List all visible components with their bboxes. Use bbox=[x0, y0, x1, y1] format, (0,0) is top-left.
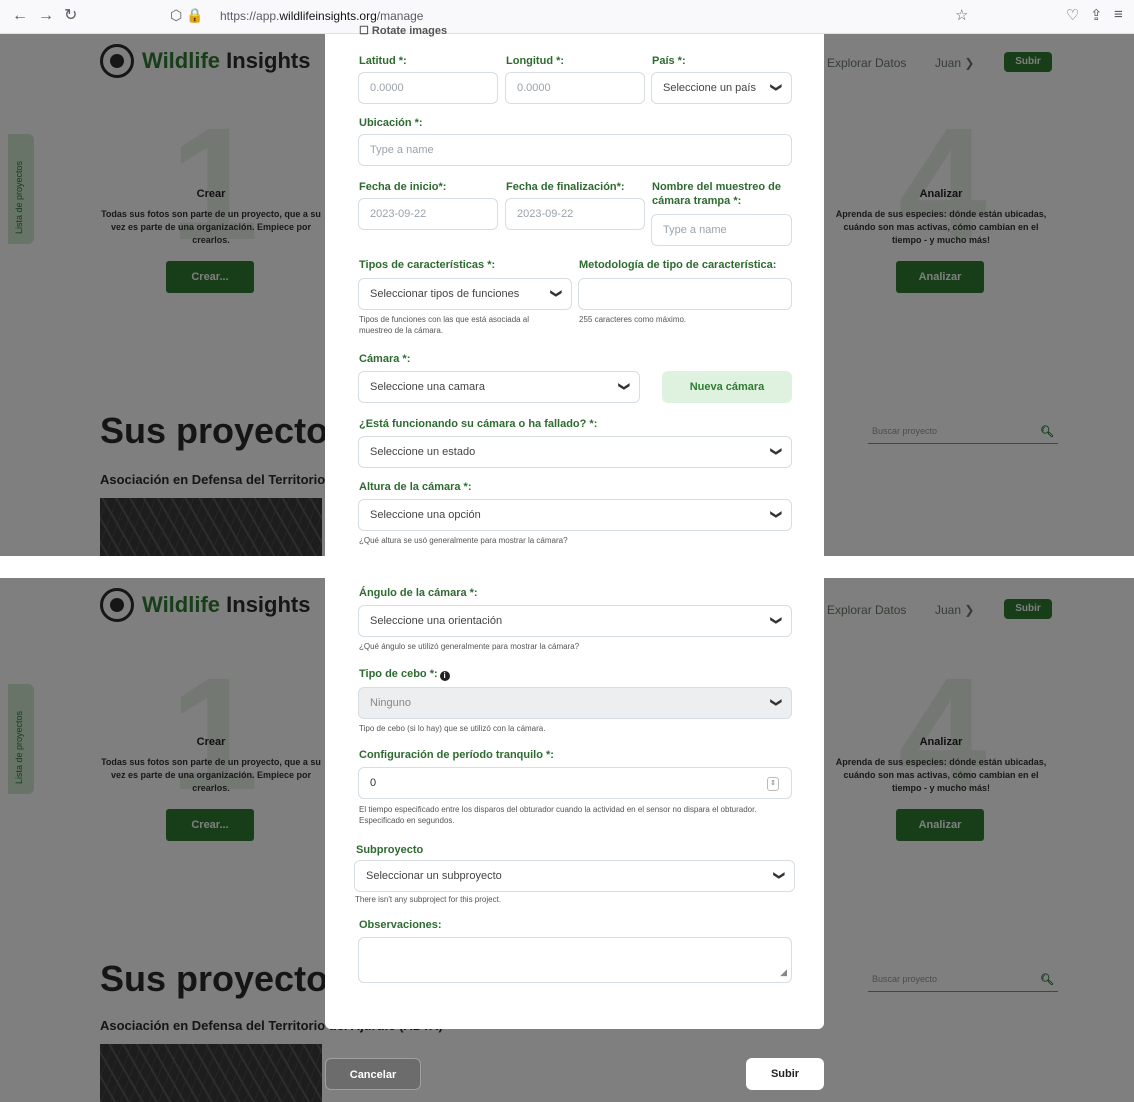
url-bar[interactable]: ⬡ 🔒 https://app.wildlifeinsights.org/man… bbox=[170, 5, 1010, 29]
reload-icon[interactable]: ↻ bbox=[64, 6, 77, 26]
quiet-period-hint: El tiempo especificado entre los disparo… bbox=[359, 805, 757, 825]
camera-status-select[interactable]: Seleccione un estado ❯ bbox=[358, 436, 792, 468]
rotate-images-checkbox[interactable]: ☐ Rotate images bbox=[359, 24, 447, 38]
chevron-down-icon: ❯ bbox=[769, 697, 782, 708]
methodology-label: Metodología de tipo de característica: bbox=[579, 259, 777, 271]
observations-label: Observaciones: bbox=[359, 919, 442, 931]
location-label: Ubicación *: bbox=[359, 117, 423, 129]
camera-angle-label: Ángulo de la cámara *: bbox=[359, 587, 478, 599]
camera-height-hint: ¿Qué altura se usó generalmente para mos… bbox=[359, 536, 568, 545]
country-label: País *: bbox=[652, 55, 686, 67]
forward-icon[interactable]: → bbox=[38, 6, 54, 26]
camera-angle-select[interactable]: Seleccione una orientación ❯ bbox=[358, 605, 792, 637]
camera-height-label: Altura de la cámara *: bbox=[359, 481, 472, 493]
methodology-hint: 255 caracteres como máximo. bbox=[579, 315, 687, 324]
shield-lock-icon: ⬡ 🔒 bbox=[170, 7, 204, 23]
country-select[interactable]: Seleccione un país ❯ bbox=[651, 72, 792, 104]
info-icon[interactable]: i bbox=[439, 671, 450, 681]
camera-status-label: ¿Está funcionando su cámara o ha fallado… bbox=[359, 418, 598, 430]
chevron-down-icon: ❯ bbox=[769, 615, 782, 626]
latitude-input[interactable]: 0.0000 bbox=[358, 72, 498, 104]
latitude-label: Latitud *: bbox=[359, 55, 407, 67]
cancel-button[interactable]: Cancelar bbox=[325, 1058, 421, 1090]
deployment-modal: ☐ Rotate images Latitud *: 0.0000 Longit… bbox=[325, 25, 824, 556]
deployment-name-input[interactable]: Type a name bbox=[651, 214, 792, 246]
browser-toolbar: ← → ↻ ⬡ 🔒 https://app.wildlifeinsights.o… bbox=[0, 0, 1134, 34]
screenshot-separator bbox=[0, 556, 1134, 578]
camera-label: Cámara *: bbox=[359, 353, 411, 365]
back-icon[interactable]: ← bbox=[12, 6, 28, 26]
subproject-select[interactable]: Seleccionar un subproyecto ❯ bbox=[354, 860, 795, 892]
chevron-down-icon: ❯ bbox=[769, 446, 782, 457]
url-text: https://app.wildlifeinsights.org/manage bbox=[220, 9, 424, 23]
camera-select[interactable]: Seleccione una camara ❯ bbox=[358, 371, 640, 403]
chevron-down-icon: ❯ bbox=[769, 509, 782, 520]
start-date-label: Fecha de inicio*: bbox=[359, 181, 447, 193]
observations-textarea[interactable]: ◢ bbox=[358, 937, 792, 983]
feature-types-hint: Tipos de funciones con las que está asoc… bbox=[359, 315, 530, 335]
start-date-input[interactable]: 2023-09-22 bbox=[358, 198, 498, 230]
end-date-label: Fecha de finalización*: bbox=[506, 181, 625, 193]
deployment-name-label: Nombre del muestreo de cámara trampa *: bbox=[652, 181, 781, 207]
number-stepper-icon[interactable]: ⇕ bbox=[767, 777, 779, 791]
feature-types-label: Tipos de características *: bbox=[359, 259, 496, 271]
chevron-down-icon: ❯ bbox=[772, 870, 785, 881]
bookmark-star-icon[interactable]: ☆ bbox=[955, 6, 968, 24]
share-icon[interactable]: ⇪ bbox=[1090, 6, 1103, 24]
end-date-input[interactable]: 2023-09-22 bbox=[505, 198, 645, 230]
screenshot-bottom: Wildlife Insights Explorar Datos Juan ❯ … bbox=[0, 578, 1134, 1102]
methodology-input[interactable] bbox=[578, 278, 792, 310]
quiet-period-input[interactable]: 0 ⇕ bbox=[358, 767, 792, 799]
resize-handle-icon[interactable]: ◢ bbox=[780, 967, 787, 978]
deployment-modal: Ángulo de la cámara *: Seleccione una or… bbox=[325, 578, 824, 1029]
chevron-down-icon: ❯ bbox=[549, 288, 562, 299]
subproject-hint: There isn't any subproject for this proj… bbox=[355, 895, 502, 904]
bait-type-label: Tipo de cebo *: i bbox=[359, 667, 450, 681]
bait-type-select[interactable]: Ninguno ❯ bbox=[358, 687, 792, 719]
menu-icon[interactable]: ≡ bbox=[1114, 6, 1123, 23]
location-input[interactable]: Type a name bbox=[358, 134, 792, 166]
quiet-period-label: Configuración de período tranquilo *: bbox=[359, 749, 554, 761]
chevron-down-icon: ❯ bbox=[769, 82, 782, 93]
chevron-down-icon: ❯ bbox=[617, 381, 630, 392]
longitude-input[interactable]: 0.0000 bbox=[505, 72, 645, 104]
camera-height-select[interactable]: Seleccione una opción ❯ bbox=[358, 499, 792, 531]
new-camera-button[interactable]: Nueva cámara bbox=[662, 371, 792, 403]
feature-types-select[interactable]: Seleccionar tipos de funciones ❯ bbox=[358, 278, 572, 310]
screenshot-top: ← → ↻ ⬡ 🔒 https://app.wildlifeinsights.o… bbox=[0, 0, 1134, 556]
submit-button[interactable]: Subir bbox=[746, 1058, 824, 1090]
pocket-icon[interactable]: ♡ bbox=[1066, 6, 1079, 24]
longitude-label: Longitud *: bbox=[506, 55, 565, 67]
bait-type-hint: Tipo de cebo (si lo hay) que se utilizó … bbox=[359, 724, 546, 733]
subproject-label: Subproyecto bbox=[356, 844, 424, 856]
camera-angle-hint: ¿Qué ángulo se utilizó generalmente para… bbox=[359, 642, 580, 651]
